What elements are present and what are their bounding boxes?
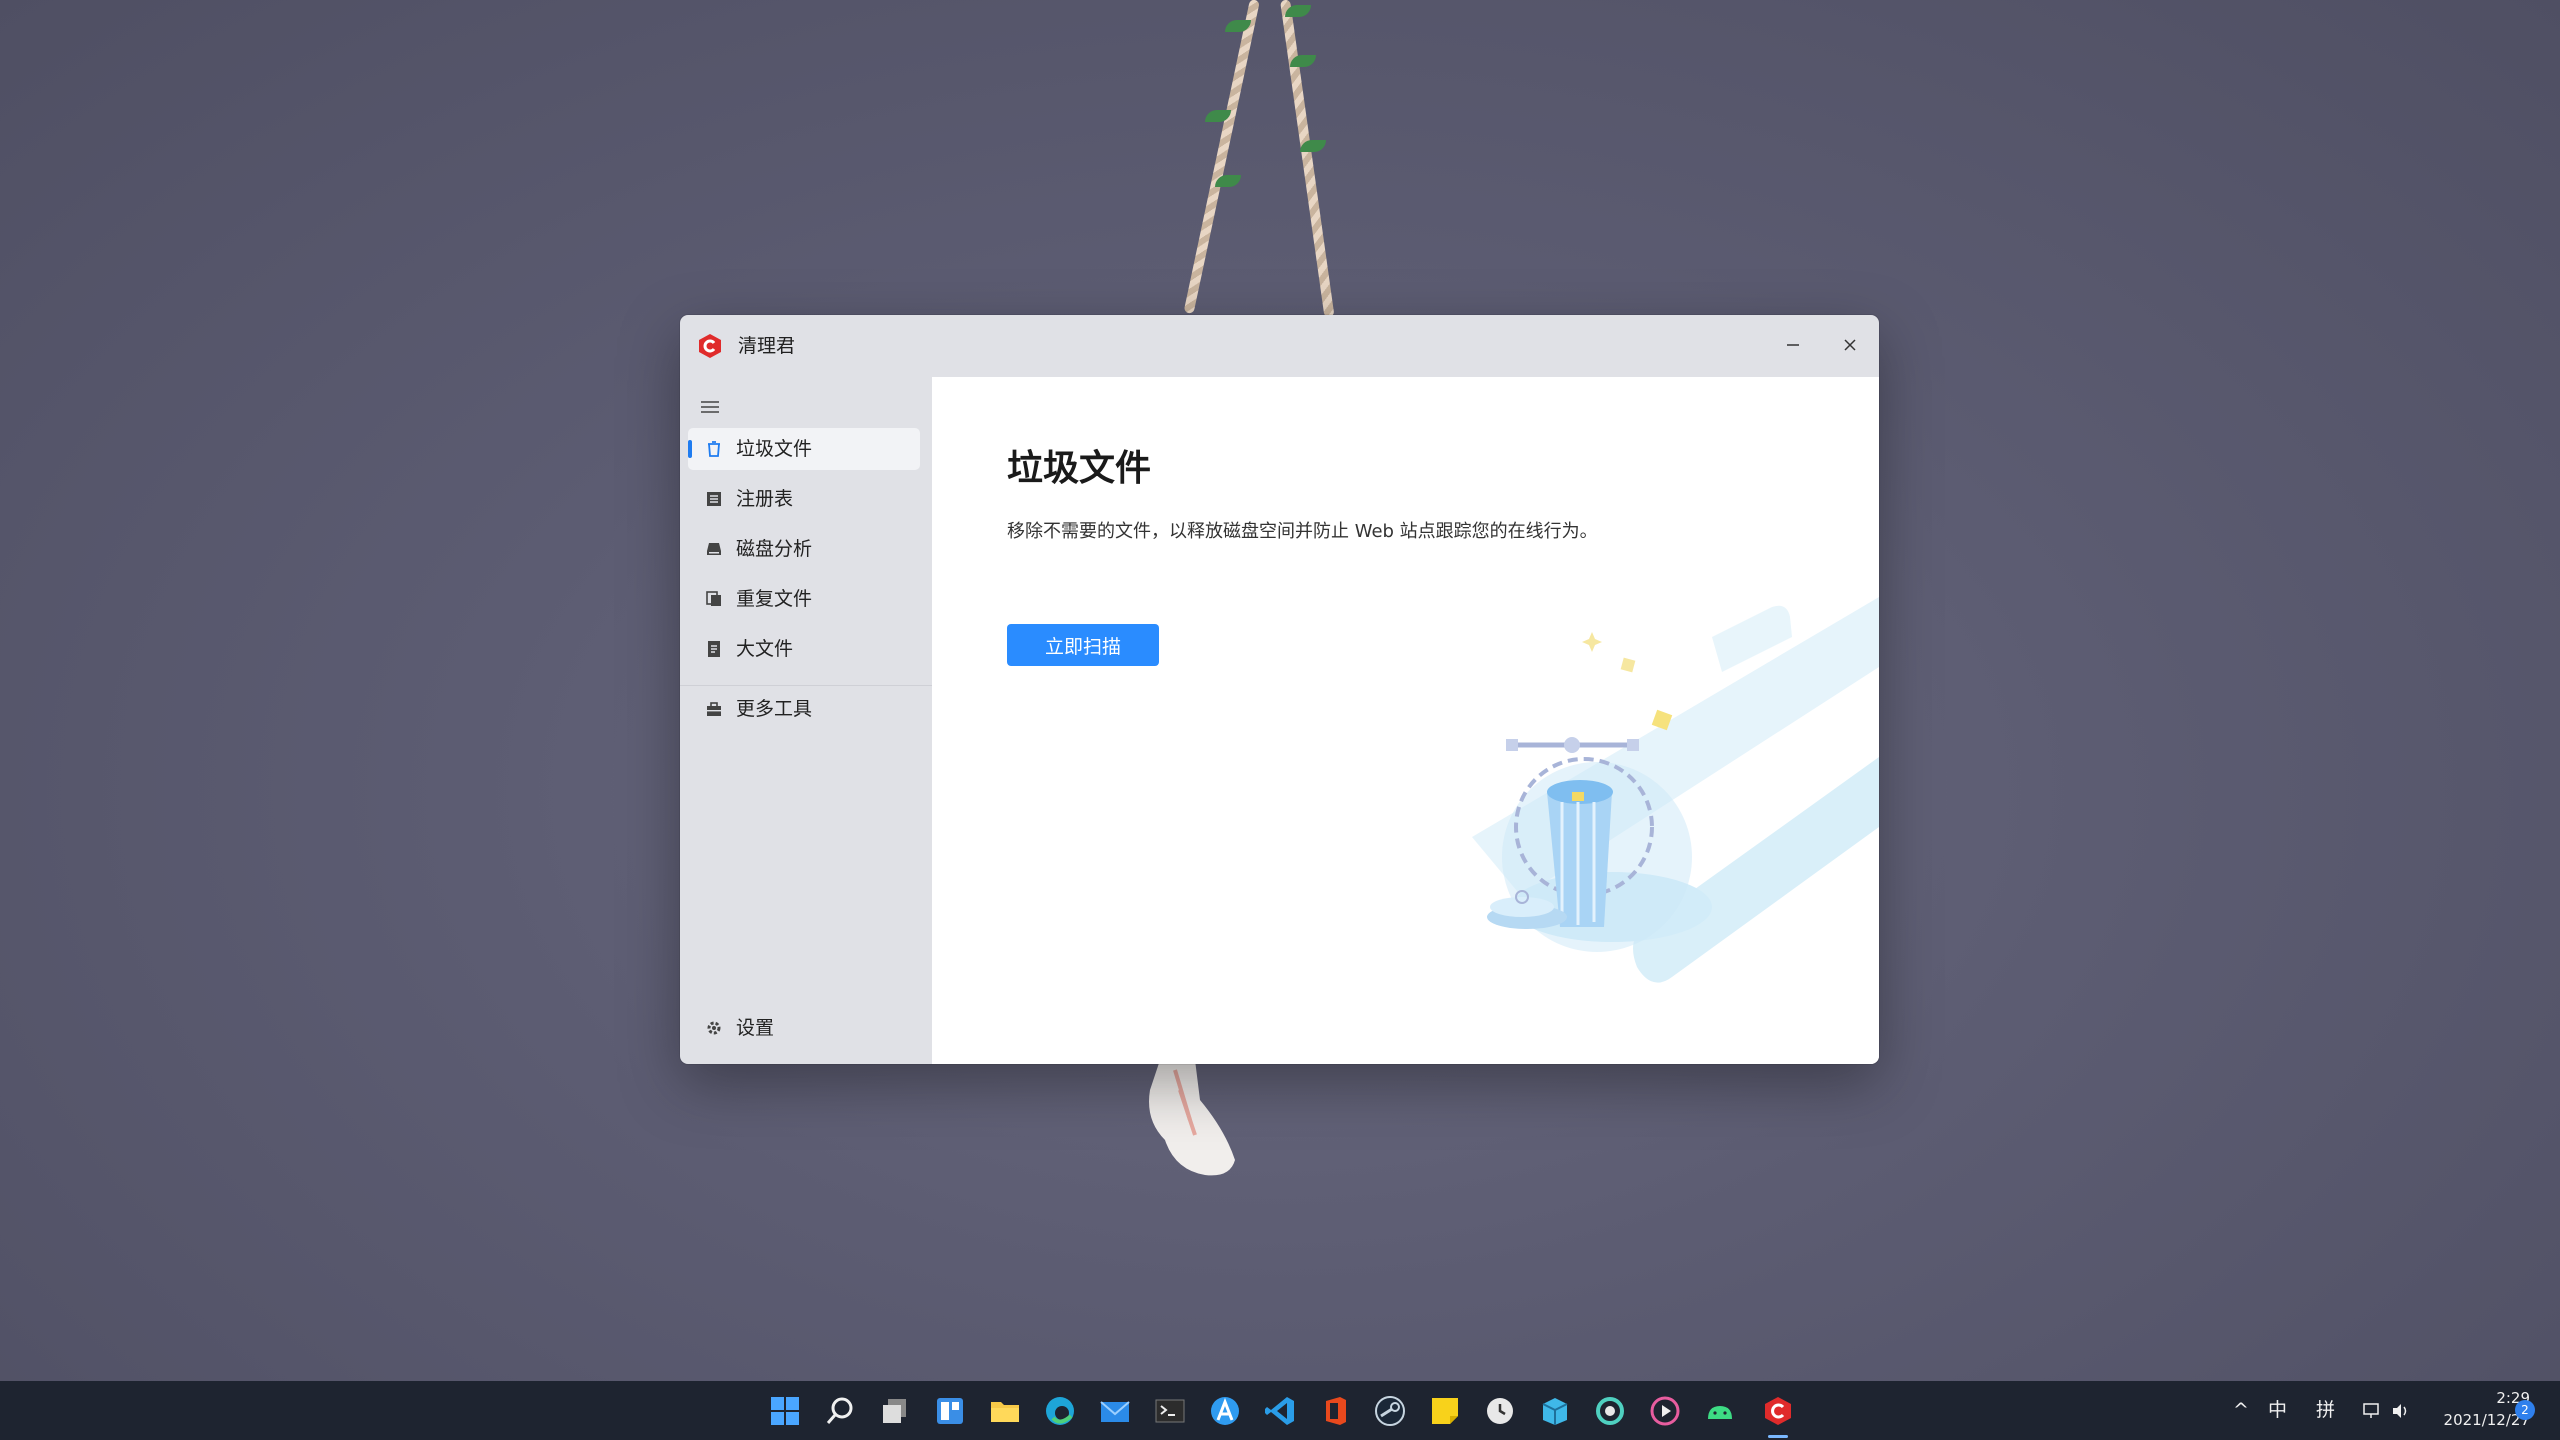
cleaner-logo-icon xyxy=(699,334,721,358)
sidebar-item-label: 更多工具 xyxy=(736,698,813,720)
sidebar-item-registry[interactable]: 注册表 xyxy=(688,478,920,520)
volume-icon[interactable] xyxy=(2390,1401,2410,1421)
sidebar-item-label: 注册表 xyxy=(736,488,794,510)
sidebar-divider xyxy=(680,685,932,686)
sticky-notes-icon xyxy=(1432,1398,1458,1424)
app-a-icon xyxy=(1211,1397,1239,1425)
package-icon xyxy=(1542,1398,1568,1425)
ring-app-button[interactable] xyxy=(1592,1393,1628,1429)
terminal-button[interactable] xyxy=(1152,1393,1188,1429)
network-icon[interactable] xyxy=(2362,1401,2382,1421)
sidebar: 垃圾文件 注册表 磁盘分析 重复文件 大文件 更多工具 设置 xyxy=(680,377,932,1064)
sidebar-item-disk-analysis[interactable]: 磁盘分析 xyxy=(688,528,920,570)
settings-label: 设置 xyxy=(736,1017,775,1039)
close-icon xyxy=(1844,339,1856,351)
clock-date[interactable]: 2021/12/27 xyxy=(2420,1411,2530,1429)
sidebar-item-label: 大文件 xyxy=(736,638,794,660)
edge-button[interactable] xyxy=(1042,1393,1078,1429)
start-icon xyxy=(771,1397,799,1425)
cleaner-app-icon xyxy=(1765,1397,1791,1425)
taskbar-search-button[interactable] xyxy=(822,1393,858,1429)
main-content: 垃圾文件 移除不需要的文件，以释放磁盘空间并防止 Web 站点跟踪您的在线行为。… xyxy=(932,377,1879,1064)
search-icon xyxy=(826,1397,853,1424)
task-view-icon xyxy=(883,1399,906,1423)
task-view-button[interactable] xyxy=(877,1393,913,1429)
app-title: 清理君 xyxy=(738,335,796,357)
language-indicator[interactable]: 中 xyxy=(2268,1399,2287,1421)
file-explorer-icon xyxy=(991,1402,1019,1422)
start-button[interactable] xyxy=(767,1393,803,1429)
duplicate-files-icon xyxy=(706,591,721,606)
page-description: 移除不需要的文件，以释放磁盘空间并防止 Web 站点跟踪您的在线行为。 xyxy=(1007,521,1598,542)
toolbox-icon xyxy=(707,702,721,716)
taskbar: ^ 中 拼 2:29 2021/12/27 2 xyxy=(0,1381,2560,1440)
ime-indicator[interactable]: 拼 xyxy=(2316,1399,2335,1421)
sidebar-item-junk-files[interactable]: 垃圾文件 xyxy=(688,428,920,470)
trash-icon xyxy=(708,441,720,457)
tray-overflow-chevron[interactable]: ^ xyxy=(2233,1399,2249,1421)
clock-app-icon xyxy=(1487,1398,1513,1424)
app-window: 清理君 垃圾文件 注册表 磁盘分析 重复文件 大文件 更多工具 设置 垃圾文件 … xyxy=(680,315,1879,1064)
hamburger-menu-icon xyxy=(701,401,719,413)
edge-icon xyxy=(1046,1397,1074,1425)
shoe-decoration xyxy=(1149,1060,1235,1176)
widgets-button[interactable] xyxy=(932,1393,968,1429)
sidebar-item-label: 重复文件 xyxy=(736,588,813,610)
clock-app-button[interactable] xyxy=(1482,1393,1518,1429)
sidebar-item-label: 垃圾文件 xyxy=(736,438,813,460)
app-a-button[interactable] xyxy=(1207,1393,1243,1429)
mail-button[interactable] xyxy=(1097,1393,1133,1429)
page-title: 垃圾文件 xyxy=(1007,448,1152,489)
disk-icon xyxy=(707,543,721,555)
office-button[interactable] xyxy=(1317,1393,1353,1429)
sidebar-item-label: 磁盘分析 xyxy=(736,538,813,560)
sidebar-item-settings[interactable]: 设置 xyxy=(688,1007,920,1049)
ring-app-icon xyxy=(1596,1397,1624,1425)
title-bar[interactable]: 清理君 xyxy=(680,315,1879,377)
android-app-button[interactable] xyxy=(1702,1393,1738,1429)
steam-icon xyxy=(1375,1396,1405,1426)
sticky-notes-button[interactable] xyxy=(1427,1393,1463,1429)
close-button[interactable] xyxy=(1824,325,1876,365)
mail-icon xyxy=(1100,1401,1130,1422)
media-player-icon xyxy=(1650,1396,1680,1426)
minimize-button[interactable] xyxy=(1767,325,1819,365)
cleaner-app-button[interactable] xyxy=(1760,1393,1796,1429)
hamburger-menu-button[interactable] xyxy=(695,394,725,420)
registry-icon xyxy=(707,492,721,506)
office-icon xyxy=(1326,1397,1346,1425)
media-player-button[interactable] xyxy=(1647,1393,1683,1429)
sidebar-item-more-tools[interactable]: 更多工具 xyxy=(688,688,920,730)
sidebar-item-large-files[interactable]: 大文件 xyxy=(688,628,920,670)
notification-badge[interactable]: 2 xyxy=(2515,1400,2535,1420)
file-explorer-button[interactable] xyxy=(987,1393,1023,1429)
vscode-icon xyxy=(1265,1397,1294,1425)
trash-bin-illustration xyxy=(1472,597,1879,983)
sidebar-item-duplicate-files[interactable]: 重复文件 xyxy=(688,578,920,620)
clock-time[interactable]: 2:29 xyxy=(2430,1389,2530,1407)
gear-icon xyxy=(707,1021,721,1035)
vscode-button[interactable] xyxy=(1262,1393,1298,1429)
package-app-button[interactable] xyxy=(1537,1393,1573,1429)
steam-button[interactable] xyxy=(1372,1393,1408,1429)
active-indicator xyxy=(688,440,692,458)
active-app-indicator xyxy=(1768,1435,1788,1438)
minimize-icon xyxy=(1787,344,1799,346)
scan-now-button[interactable]: 立即扫描 xyxy=(1007,624,1159,666)
widgets-icon xyxy=(937,1398,963,1424)
large-file-icon xyxy=(708,641,720,657)
android-icon xyxy=(1708,1406,1732,1419)
terminal-icon xyxy=(1155,1399,1185,1423)
